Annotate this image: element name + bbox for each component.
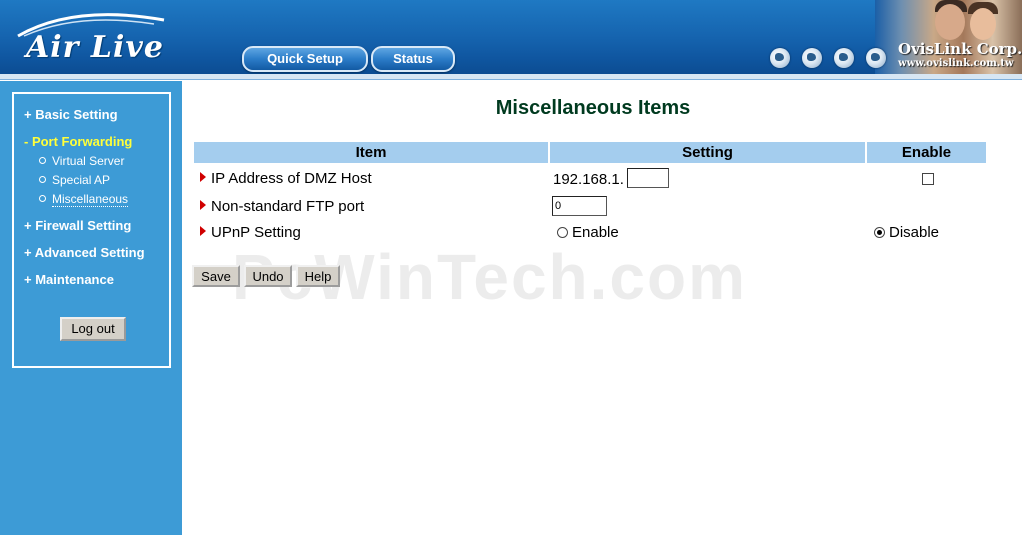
upnp-setting-label: UPnP Setting — [200, 224, 301, 241]
sidebar-subitem-label: Special AP — [52, 173, 111, 187]
sidebar: + Basic Setting - Port Forwarding Virtua… — [0, 81, 182, 535]
sidebar-subitem-label: Miscellaneous — [52, 192, 129, 207]
arrow-right-icon — [200, 200, 206, 210]
undo-button[interactable]: Undo — [244, 265, 292, 287]
sidebar-item-firewall-setting[interactable]: + Firewall Setting — [24, 218, 131, 233]
column-header-enable: Enable — [867, 142, 986, 163]
dmz-host-label: IP Address of DMZ Host — [200, 170, 372, 187]
sidebar-item-port-forwarding[interactable]: - Port Forwarding — [24, 134, 132, 149]
column-header-setting: Setting — [550, 142, 865, 163]
sidebar-item-advanced-setting[interactable]: + Advanced Setting — [24, 245, 145, 260]
bullet-icon — [39, 157, 46, 164]
header-divider — [0, 74, 1022, 80]
quick-setup-button[interactable]: Quick Setup — [242, 46, 368, 72]
company-name: OvisLink Corp. — [898, 40, 1022, 58]
upnp-disable-label: Disable — [889, 224, 940, 241]
sidebar-subitem-label: Virtual Server — [52, 154, 125, 168]
sidebar-item-basic-setting[interactable]: + Basic Setting — [24, 107, 118, 122]
ftp-port-label: Non-standard FTP port — [200, 198, 364, 215]
dmz-ip-prefix: 192.168.1. — [553, 171, 624, 188]
bullet-icon — [39, 176, 46, 183]
bullet-icon — [39, 195, 46, 202]
save-button[interactable]: Save — [192, 265, 240, 287]
sidebar-item-maintenance[interactable]: + Maintenance — [24, 272, 114, 287]
sidebar-menu: + Basic Setting - Port Forwarding Virtua… — [12, 92, 171, 368]
globe-icon — [866, 48, 886, 68]
globe-icon — [770, 48, 790, 68]
sidebar-subitem-miscellaneous[interactable]: Miscellaneous — [39, 192, 129, 207]
header-banner: Air Live Quick Setup Status OvisLink Cor… — [0, 0, 1022, 78]
column-header-item: Item — [194, 142, 548, 163]
arrow-right-icon — [200, 172, 206, 182]
globe-icon — [834, 48, 854, 68]
page-title: Miscellaneous Items — [495, 97, 691, 119]
dmz-ip-input[interactable] — [627, 168, 669, 188]
ftp-port-input[interactable] — [552, 196, 607, 216]
dmz-enable-checkbox[interactable] — [922, 173, 934, 185]
logout-button[interactable]: Log out — [60, 317, 126, 341]
sidebar-subitem-special-ap[interactable]: Special AP — [39, 173, 110, 187]
status-button[interactable]: Status — [371, 46, 455, 72]
arrow-right-icon — [200, 226, 206, 236]
upnp-disable-radio[interactable] — [874, 227, 885, 238]
airlive-logo: Air Live — [14, 10, 194, 65]
upnp-enable-label: Enable — [572, 224, 619, 241]
logo-text: Air Live — [26, 30, 164, 65]
company-url[interactable]: www.ovislink.com.tw — [898, 58, 1014, 69]
help-button[interactable]: Help — [296, 265, 340, 287]
sidebar-subitem-virtual-server[interactable]: Virtual Server — [39, 154, 124, 168]
upnp-enable-radio[interactable] — [557, 227, 568, 238]
globe-icon — [802, 48, 822, 68]
